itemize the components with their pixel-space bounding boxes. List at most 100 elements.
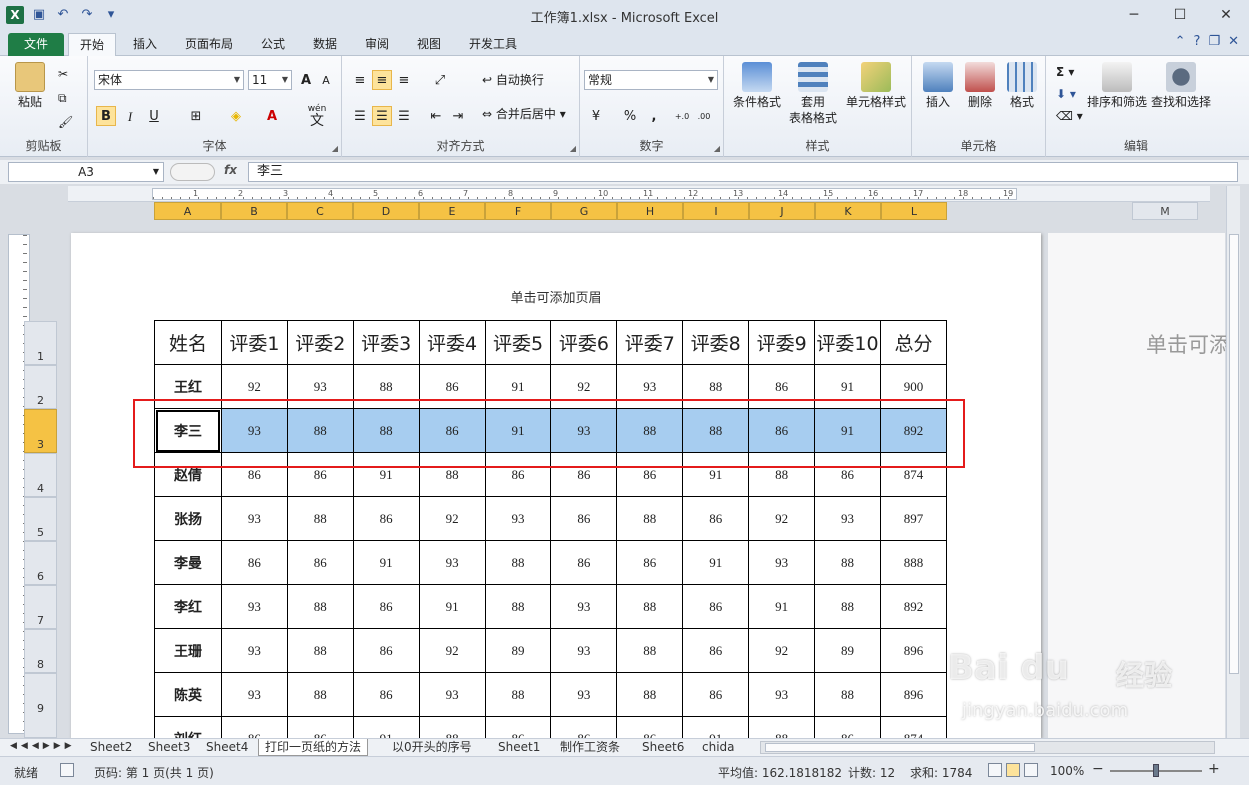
row-header-4[interactable]: 4	[24, 453, 57, 497]
page-layout-view-icon[interactable]	[1006, 763, 1020, 777]
page-header-placeholder[interactable]: 单击可添加页眉	[71, 287, 1041, 306]
score-cell[interactable]: 88	[352, 408, 420, 453]
column-header-m[interactable]: M	[1132, 202, 1198, 220]
score-cell[interactable]: 88	[418, 452, 486, 497]
score-cell[interactable]: 86	[550, 716, 618, 738]
header-cell[interactable]: 评委5	[484, 320, 552, 365]
orientation-icon[interactable]: ⤢	[430, 70, 450, 90]
score-cell[interactable]: 86	[748, 364, 816, 409]
score-cell[interactable]: 86	[814, 716, 881, 738]
restore-window-icon[interactable]: ❐	[1208, 34, 1220, 49]
score-cell[interactable]: 91	[352, 452, 420, 497]
score-cell[interactable]: 88	[286, 672, 354, 717]
score-cell[interactable]: 86	[616, 716, 684, 738]
header-cell[interactable]: 评委2	[286, 320, 354, 365]
score-cell[interactable]: 86	[550, 496, 618, 541]
score-cell[interactable]: 88	[814, 672, 881, 717]
score-cell[interactable]: 88	[286, 408, 354, 453]
name-cell[interactable]: 王红	[154, 364, 222, 409]
score-cell[interactable]: 91	[814, 408, 881, 453]
score-cell[interactable]: 86	[220, 716, 288, 738]
total-cell[interactable]: 897	[879, 496, 947, 541]
score-cell[interactable]: 86	[814, 452, 881, 497]
copy-icon[interactable]: ⧉	[58, 88, 67, 108]
score-cell[interactable]: 92	[550, 364, 618, 409]
header-cell[interactable]: 评委3	[352, 320, 420, 365]
name-cell[interactable]: 刘红	[154, 716, 222, 738]
total-cell[interactable]: 888	[879, 540, 947, 585]
score-cell[interactable]: 89	[814, 628, 881, 673]
score-cell[interactable]: 93	[550, 584, 618, 629]
align-left-icon[interactable]: ☰	[350, 106, 370, 126]
name-cell[interactable]: 陈英	[154, 672, 222, 717]
paste-button[interactable]: 粘贴	[10, 62, 50, 110]
decrease-indent-icon[interactable]: ⇤	[426, 106, 446, 126]
name-cell[interactable]: 赵倩	[154, 452, 222, 497]
horizontal-scrollbar[interactable]	[760, 741, 1215, 754]
score-cell[interactable]: 88	[484, 540, 552, 585]
header-cell[interactable]: 评委8	[682, 320, 750, 365]
column-header-f[interactable]: F	[485, 202, 551, 220]
sheet-tab[interactable]: 制作工资条	[554, 739, 626, 756]
fill-icon[interactable]: ⬇ ▾	[1056, 84, 1076, 104]
score-cell[interactable]: 86	[484, 716, 552, 738]
score-cell[interactable]: 88	[484, 672, 552, 717]
zoom-out-button[interactable]: −	[1092, 761, 1104, 777]
score-cell[interactable]: 88	[748, 716, 816, 738]
name-cell[interactable]: 张扬	[154, 496, 222, 541]
format-as-table-button[interactable]: 套用 表格格式	[784, 62, 842, 126]
dialog-launcher-icon[interactable]: ◢	[332, 144, 338, 153]
align-center-icon[interactable]: ☰	[372, 106, 392, 126]
sheet-tab[interactable]: 以0开头的序号	[386, 739, 478, 756]
score-cell[interactable]: 88	[748, 452, 816, 497]
score-cell[interactable]: 91	[352, 716, 420, 738]
row-header-1[interactable]: 1	[24, 321, 57, 365]
help-icon[interactable]: ?	[1194, 34, 1201, 49]
column-header-b[interactable]: B	[221, 202, 287, 220]
score-cell[interactable]: 91	[418, 584, 486, 629]
cut-icon[interactable]: ✂	[58, 64, 68, 84]
score-cell[interactable]: 93	[220, 496, 288, 541]
total-cell[interactable]: 896	[879, 628, 947, 673]
header-cell[interactable]: 评委7	[616, 320, 684, 365]
score-cell[interactable]: 93	[418, 540, 486, 585]
score-cell[interactable]: 86	[748, 408, 816, 453]
score-cell[interactable]: 86	[286, 452, 354, 497]
wrap-text-button[interactable]: ↩ 自动换行	[482, 70, 544, 90]
score-cell[interactable]: 91	[682, 540, 750, 585]
score-cell[interactable]: 86	[550, 452, 618, 497]
font-name-combo[interactable]: 宋体 ▼	[94, 70, 244, 90]
total-cell[interactable]: 874	[879, 716, 947, 738]
autosum-icon[interactable]: Σ ▾	[1056, 62, 1074, 82]
total-cell[interactable]: 896	[879, 672, 947, 717]
score-cell[interactable]: 86	[682, 672, 750, 717]
sort-filter-button[interactable]: 排序和筛选	[1086, 62, 1148, 110]
column-header-i[interactable]: I	[683, 202, 749, 220]
borders-icon[interactable]: ⊞	[186, 106, 206, 126]
page-break-view-icon[interactable]	[1024, 763, 1038, 777]
find-select-button[interactable]: 查找和选择	[1150, 62, 1212, 110]
name-cell[interactable]: 李三	[154, 408, 222, 453]
total-cell[interactable]: 892	[879, 584, 947, 629]
score-cell[interactable]: 88	[616, 672, 684, 717]
dialog-launcher-icon[interactable]: ◢	[714, 144, 720, 153]
header-cell[interactable]: 评委1	[220, 320, 288, 365]
header-cell[interactable]: 评委6	[550, 320, 618, 365]
score-cell[interactable]: 88	[484, 584, 552, 629]
sheet-tab[interactable]: Sheet3	[142, 739, 196, 756]
row-header-2[interactable]: 2	[24, 365, 57, 409]
column-header-g[interactable]: G	[551, 202, 617, 220]
dialog-launcher-icon[interactable]: ◢	[570, 144, 576, 153]
score-cell[interactable]: 93	[220, 628, 288, 673]
total-cell[interactable]: 874	[879, 452, 947, 497]
formula-input[interactable]: 李三	[248, 162, 1238, 182]
header-cell[interactable]: 评委4	[418, 320, 486, 365]
score-cell[interactable]: 89	[484, 628, 552, 673]
align-right-icon[interactable]: ☰	[394, 106, 414, 126]
score-cell[interactable]: 91	[748, 584, 816, 629]
tab-file[interactable]: 文件	[8, 33, 64, 56]
score-cell[interactable]: 93	[616, 364, 684, 409]
tab-developer[interactable]: 开发工具	[460, 33, 526, 56]
header-cell[interactable]: 姓名	[154, 320, 222, 365]
insert-cells-button[interactable]: 插入	[918, 62, 958, 110]
